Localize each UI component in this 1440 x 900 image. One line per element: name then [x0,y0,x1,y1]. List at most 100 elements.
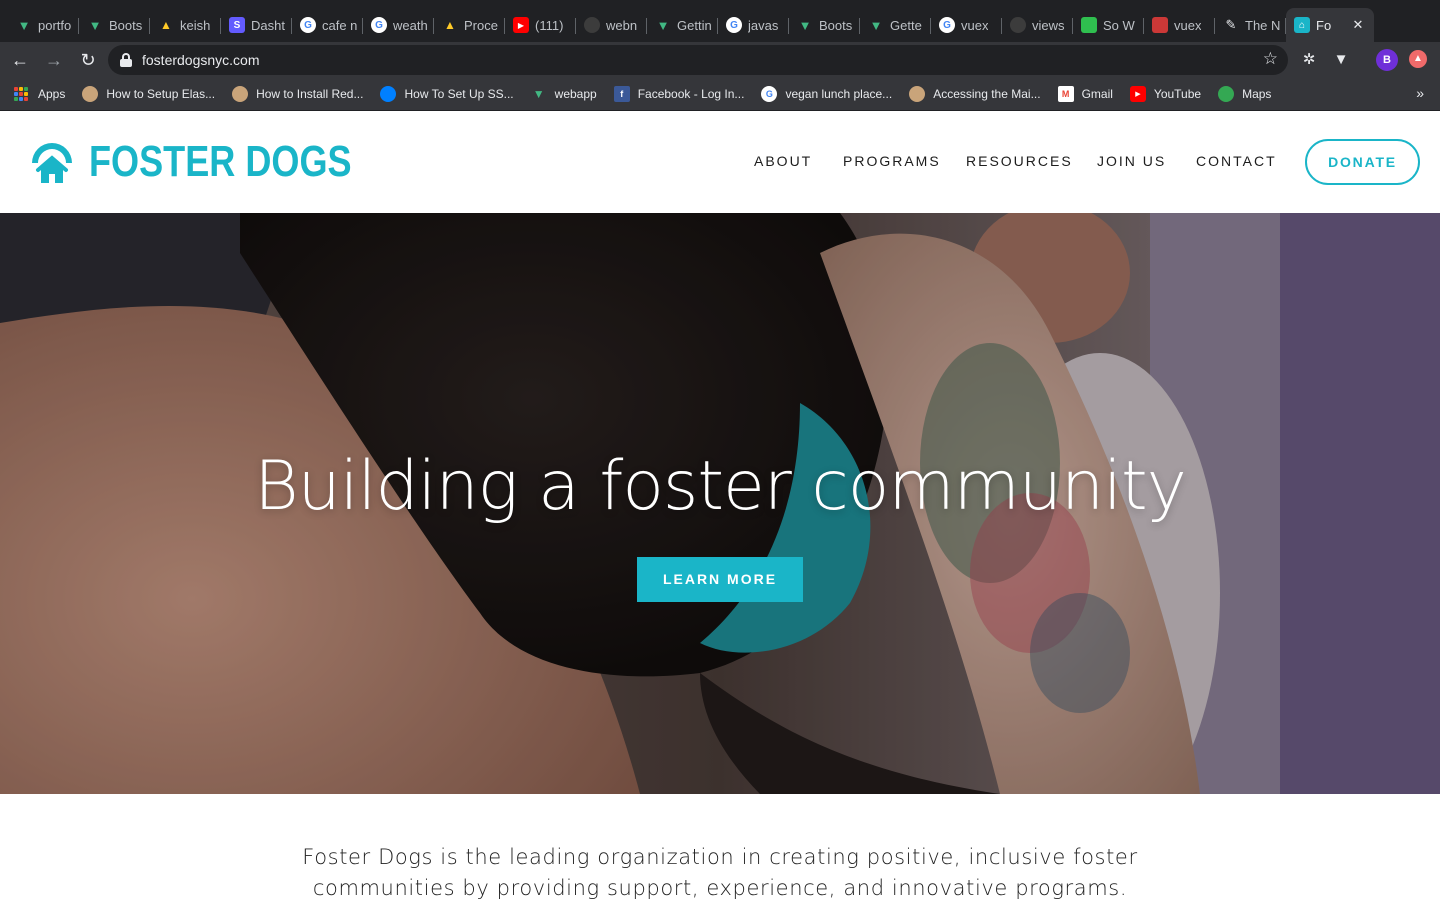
donate-button[interactable]: DONATE [1305,139,1420,185]
intro-line: Foster Dogs is the leading organization … [302,845,1138,869]
forward-button[interactable]: → [40,46,68,74]
bootstrap-vue-icon: ▼ [88,17,102,33]
bookmark-item[interactable]: Gvegan lunch place... [761,86,892,102]
browser-tab[interactable]: Gjavas [718,8,789,42]
browser-tab[interactable]: ▼ Gette [860,8,931,42]
bookmark-label: How to Setup Elas... [106,87,216,101]
tab-title: views [1032,17,1065,33]
browser-tab[interactable]: Gcafe n [292,8,363,42]
vue-icon: ▼ [869,17,883,33]
tab-title: cafe n [322,17,358,33]
browser-tab[interactable]: Gvuex [931,8,1002,42]
tab-title: Dasht [251,17,285,33]
browser-tab[interactable]: vuex [1144,8,1215,42]
extension-icon[interactable]: ▲ [1409,50,1427,68]
maps-icon [1218,86,1235,102]
bookmark-label: Maps [1242,87,1272,101]
facebook-icon: f [613,86,630,102]
vue-icon: ▼ [532,87,545,101]
more-bookmarks-icon[interactable]: » [1416,85,1424,101]
browser-tab[interactable]: ✎ The N [1215,8,1286,42]
browser-tab[interactable]: So W [1073,8,1144,42]
bookmark-star-icon[interactable]: ☆ [1263,49,1278,69]
logo[interactable]: FOSTER DOGS [28,139,409,185]
bookmark-item[interactable]: Apps [14,87,65,101]
close-icon[interactable]: ✕ [1350,17,1366,33]
bookmark-item[interactable]: f Facebook - Log In... [613,86,744,102]
pen-icon: ✎ [1225,17,1237,32]
hero-section: Building a foster community LEARN MORE [0,213,1440,794]
browser-tab[interactable]: views [1002,8,1073,42]
browser-tab[interactable]: ▲ keish [150,8,221,42]
tab-list: ▼ portfo ▼ Boots ▲ keish S Dasht Gcafe n Gweath ▲ P… [8,8,1286,42]
intro-text: Foster Dogs is the leading organization … [0,842,1440,900]
hero-title: Building a foster community [254,447,1187,526]
bookmark-item[interactable]: ▶ YouTube [1129,86,1202,102]
google-icon: G [371,17,387,33]
foster-dogs-icon: ⌂ [1294,17,1310,33]
bookmark-label: webapp [554,87,597,101]
youtube-icon: ▶ [513,17,529,33]
gmail-icon: M [1057,86,1074,102]
tab-title: Gette [890,17,922,33]
house-logo-icon [32,143,72,183]
site-header: FOSTER DOGS ABOUT PROGRAMS RESOURCES JOI… [0,111,1440,213]
youtube-icon: ▶ [1129,86,1146,102]
tab-title: keish [180,17,211,33]
google-icon: G [726,17,742,33]
extension-gear-icon[interactable]: ✲ [1300,51,1318,69]
bookmark-item[interactable]: Maps [1218,86,1271,102]
bookmark-item[interactable]: Accessing the Mai... [909,86,1041,102]
github-icon [584,17,600,33]
address-bar[interactable]: fosterdogsnyc.com ☆ [108,45,1288,75]
google-icon: G [939,17,955,33]
profile-avatar[interactable]: B [1376,49,1398,71]
tab-title: portfo [38,17,72,33]
reload-button[interactable]: ↻ [74,46,102,74]
tab-title: javas [748,17,779,33]
nav-about[interactable]: ABOUT [754,153,812,169]
tab-title: webn [606,17,638,33]
bookmark-item[interactable]: How to Setup Elas... [82,86,215,102]
tab-title: Fo [1316,17,1332,33]
site-icon [232,86,249,102]
browser-tab[interactable]: ▲ Proce [434,8,505,42]
browser-tab[interactable]: webn [576,8,647,42]
vue-devtools-icon[interactable]: ▼ [1332,51,1350,69]
nav-programs[interactable]: PROGRAMS [843,153,941,169]
browser-tab[interactable]: Gweath [363,8,434,42]
github-icon [1010,17,1026,33]
bookmarks-bar: Apps How to Setup Elas... How to Install R… [0,78,1440,111]
tab-title: vuex [1174,17,1202,33]
bookmark-label: How to Install Red... [256,87,364,101]
intro-line: communities by providing support, experi… [312,876,1128,900]
google-icon: G [761,86,778,102]
bookmark-item[interactable]: M Gmail [1057,86,1113,102]
digitalocean-icon [380,86,397,102]
url-text[interactable]: fosterdogsnyc.com [142,52,260,68]
vue-icon: ▼ [17,17,31,33]
learn-more-button[interactable]: LEARN MORE [637,557,803,602]
browser-toolbar: ← → ↻ fosterdogsnyc.com ☆ ✲ ▼ B ▲ [0,42,1440,78]
bookmark-item[interactable]: ▼ webapp [531,86,597,102]
tab-title: vuex [961,17,989,33]
tab-title: The N [1245,17,1281,33]
tab-active[interactable]: ⌂ Fo ✕ [1286,8,1374,42]
browser-tab[interactable]: S Dasht [221,8,292,42]
bookmark-item[interactable]: How to Install Red... [232,86,363,102]
back-button[interactable]: ← [6,46,34,74]
browser-tab[interactable]: ▼ Boots [79,8,150,42]
bookmark-label: YouTube [1153,87,1202,101]
nav-contact[interactable]: CONTACT [1196,153,1277,169]
tab-title: So W [1103,17,1135,33]
stairs-icon [1081,17,1097,33]
nav-join-us[interactable]: JOIN US [1097,153,1166,169]
nav-resources[interactable]: RESOURCES [966,153,1073,169]
bookmark-item[interactable]: How To Set Up SS... [380,86,514,102]
tab-title: Proce [464,17,498,33]
browser-tab[interactable]: ▼ Boots [789,8,860,42]
lock-icon [120,53,132,67]
browser-tab[interactable]: ▼ Gettin [647,8,718,42]
browser-tab[interactable]: ▼ portfo [8,8,79,42]
browser-tab[interactable]: ▶ (111) [505,8,576,42]
